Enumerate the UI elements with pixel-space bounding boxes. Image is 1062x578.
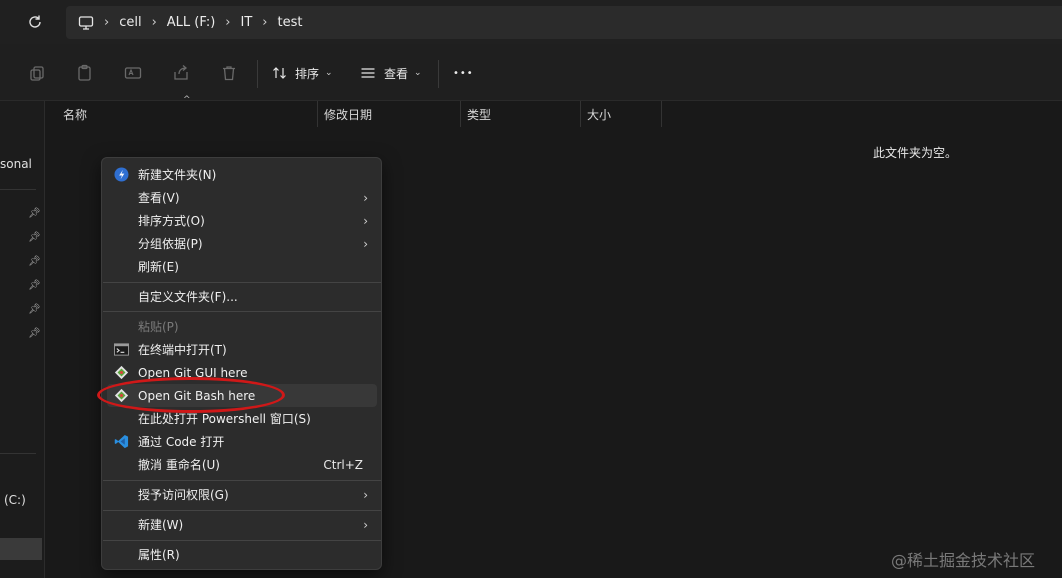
menu-item-properties[interactable]: 属性(R) (107, 543, 377, 566)
column-header-modified[interactable]: 修改日期 (318, 101, 461, 127)
menu-separator (103, 282, 381, 283)
menu-item-group-by[interactable]: 分组依据(P) › (107, 232, 377, 255)
breadcrumb-separator[interactable]: › (142, 15, 167, 30)
menu-item-open-in-terminal[interactable]: 在终端中打开(T) (107, 338, 377, 361)
menu-item-give-access[interactable]: 授予访问权限(G) › (107, 483, 377, 506)
menu-item-label: 粘贴(P) (138, 320, 179, 334)
menu-item-new-folder[interactable]: 新建文件夹(N) (107, 163, 377, 186)
column-header-size[interactable]: 大小 (581, 101, 662, 127)
sort-button[interactable]: 排序 ⌄ (272, 62, 333, 84)
chevron-down-icon: ⌄ (414, 68, 422, 78)
nav-divider (0, 189, 36, 190)
nav-divider (0, 453, 36, 454)
breadcrumb-separator[interactable]: › (94, 15, 119, 30)
chevron-right-icon: › (363, 213, 368, 228)
sort-label: 排序 (295, 66, 320, 81)
view-label: 查看 (384, 66, 409, 81)
address-bar[interactable]: › cell › ALL (F:) › IT › test (66, 6, 1062, 39)
menu-item-label: 分组依据(P) (138, 237, 203, 251)
sort-icon (273, 67, 286, 79)
menu-item-open-with-code[interactable]: 通过 Code 打开 (107, 430, 377, 453)
annotation-highlight-ellipse (97, 377, 285, 413)
menu-separator (103, 480, 381, 481)
menu-item-label: 通过 Code 打开 (138, 435, 225, 449)
watermark: @稀土掘金技术社区 (891, 551, 1036, 570)
chevron-down-icon: ⌄ (325, 68, 333, 78)
menu-item-label: 在此处打开 Powershell 窗口(S) (138, 412, 311, 426)
nav-item-selected[interactable] (0, 538, 42, 560)
breadcrumb-item[interactable]: ALL (F:) (167, 6, 216, 39)
command-bar (0, 44, 1062, 101)
pin-icon: 📌︎ (28, 304, 41, 315)
chevron-right-icon: › (363, 487, 368, 502)
menu-item-sort-by[interactable]: 排序方式(O) › (107, 209, 377, 232)
menu-item-label: 刷新(E) (138, 260, 179, 274)
context-menu: 新建文件夹(N) 查看(V) › 排序方式(O) › 分组依据(P) › 刷新(… (101, 157, 382, 570)
chevron-right-icon: › (363, 190, 368, 205)
pin-icon: 📌︎ (28, 280, 41, 291)
breadcrumb-separator[interactable]: › (252, 15, 277, 30)
menu-separator (103, 540, 381, 541)
chevron-right-icon: › (363, 517, 368, 532)
menu-item-customize-folder[interactable]: 自定义文件夹(F)... (107, 285, 377, 308)
toolbar-divider (438, 60, 439, 88)
refresh-button[interactable] (22, 10, 48, 34)
menu-item-label: 授予访问权限(G) (138, 488, 229, 502)
menu-item-view[interactable]: 查看(V) › (107, 186, 377, 209)
paste-icon[interactable] (76, 64, 94, 82)
breadcrumb-item[interactable]: cell (119, 6, 141, 39)
terminal-icon (114, 343, 129, 356)
menu-item-label: 撤消 重命名(U) (138, 458, 220, 472)
menu-item-refresh[interactable]: 刷新(E) (107, 255, 377, 278)
breadcrumb-item[interactable]: IT (241, 6, 253, 39)
vscode-icon (114, 434, 129, 449)
pin-icon: 📌︎ (28, 208, 41, 219)
share-icon[interactable] (172, 64, 190, 82)
menu-item-new[interactable]: 新建(W) › (107, 513, 377, 536)
menu-item-label: 新建(W) (138, 518, 184, 532)
sort-ascending-icon: ^ (183, 95, 191, 105)
menu-separator (103, 510, 381, 511)
pin-icon: 📌︎ (28, 232, 41, 243)
menu-item-shortcut: Ctrl+Z (323, 457, 363, 472)
column-header-type[interactable]: 类型 (461, 101, 581, 127)
menu-item-paste: 粘贴(P) (107, 315, 377, 338)
more-options-button[interactable]: ••• (453, 62, 474, 84)
breadcrumb-item[interactable]: test (277, 6, 302, 39)
pin-icon: 📌︎ (28, 328, 41, 339)
copy-icon[interactable] (28, 64, 46, 82)
menu-item-label: 排序方式(O) (138, 214, 205, 228)
new-folder-icon (114, 167, 129, 182)
menu-item-label: 在终端中打开(T) (138, 343, 227, 357)
menu-item-undo-rename[interactable]: 撤消 重命名(U) Ctrl+Z (107, 453, 377, 476)
chevron-right-icon: › (363, 236, 368, 251)
menu-separator (103, 311, 381, 312)
menu-item-label: 新建文件夹(N) (138, 168, 217, 182)
rename-icon[interactable] (124, 64, 142, 82)
menu-item-label: 查看(V) (138, 191, 180, 205)
breadcrumb-separator[interactable]: › (215, 15, 240, 30)
view-icon (361, 68, 375, 78)
navigation-pane: sonal (C:) (0, 101, 45, 578)
git-icon (114, 365, 129, 380)
nav-item-drive-label[interactable]: (C:) (4, 493, 26, 507)
nav-item-label[interactable]: sonal (0, 157, 32, 171)
this-pc-icon[interactable] (78, 15, 94, 31)
toolbar-divider (257, 60, 258, 88)
refresh-icon (29, 15, 41, 28)
menu-item-label: 属性(R) (138, 548, 180, 562)
delete-icon[interactable] (220, 64, 238, 82)
empty-folder-message: 此文件夹为空。 (873, 146, 958, 160)
pin-icon: 📌︎ (28, 256, 41, 267)
menu-item-label: 自定义文件夹(F)... (138, 290, 238, 304)
view-button[interactable]: 查看 ⌄ (360, 62, 422, 84)
